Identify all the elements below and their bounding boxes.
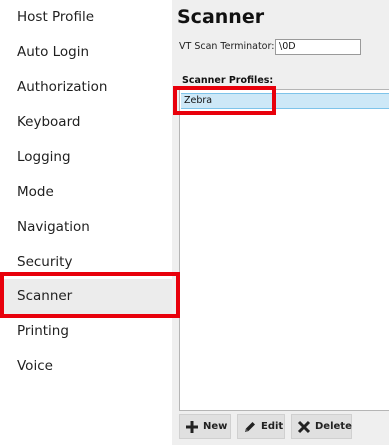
new-button[interactable]: New <box>179 414 231 439</box>
scanner-panel: Scanner VT Scan Terminator: \0D Scanner … <box>172 0 389 445</box>
vt-scan-terminator-input[interactable]: \0D <box>275 39 361 55</box>
sidebar-item-label: Printing <box>17 323 69 339</box>
list-item[interactable]: Zebra <box>181 93 389 109</box>
sidebar-item-label: Authorization <box>17 79 108 95</box>
sidebar-item-label: Voice <box>17 358 53 374</box>
sidebar-item-label: Keyboard <box>17 114 81 130</box>
scanner-profiles-label: Scanner Profiles: <box>182 75 274 86</box>
pencil-icon <box>243 420 257 434</box>
sidebar-item-printing[interactable]: Printing <box>0 314 172 349</box>
page-title: Scanner <box>177 6 265 28</box>
sidebar-item-label: Scanner <box>17 288 73 304</box>
scanner-profiles-list[interactable]: Zebra <box>179 89 389 411</box>
sidebar-item-navigation[interactable]: Navigation <box>0 210 172 245</box>
sidebar-item-label: Logging <box>17 149 71 165</box>
sidebar-item-logging[interactable]: Logging <box>0 140 172 175</box>
sidebar-item-auto-login[interactable]: Auto Login <box>0 35 172 70</box>
delete-button[interactable]: Delete <box>291 414 352 439</box>
plus-icon <box>185 420 199 434</box>
vt-scan-terminator-label: VT Scan Terminator: <box>179 41 275 52</box>
edit-button-label: Edit <box>261 421 284 432</box>
new-button-label: New <box>203 421 228 432</box>
sidebar-item-mode[interactable]: Mode <box>0 175 172 210</box>
edit-button[interactable]: Edit <box>237 414 285 439</box>
sidebar-item-label: Auto Login <box>17 44 90 60</box>
sidebar-item-keyboard[interactable]: Keyboard <box>0 105 172 140</box>
delete-button-label: Delete <box>315 421 352 432</box>
sidebar-item-voice[interactable]: Voice <box>0 349 172 384</box>
settings-sidebar: Host Profile Auto Login Authorization Ke… <box>0 0 172 445</box>
sidebar-item-scanner[interactable]: Scanner <box>0 279 172 314</box>
sidebar-item-label: Host Profile <box>17 9 95 25</box>
sidebar-item-label: Navigation <box>17 219 90 235</box>
sidebar-item-host-profile[interactable]: Host Profile <box>0 0 172 35</box>
x-icon <box>297 420 311 434</box>
sidebar-item-label: Mode <box>17 184 54 200</box>
sidebar-item-security[interactable]: Security <box>0 245 172 280</box>
sidebar-item-authorization[interactable]: Authorization <box>0 70 172 105</box>
sidebar-item-label: Security <box>17 254 73 270</box>
